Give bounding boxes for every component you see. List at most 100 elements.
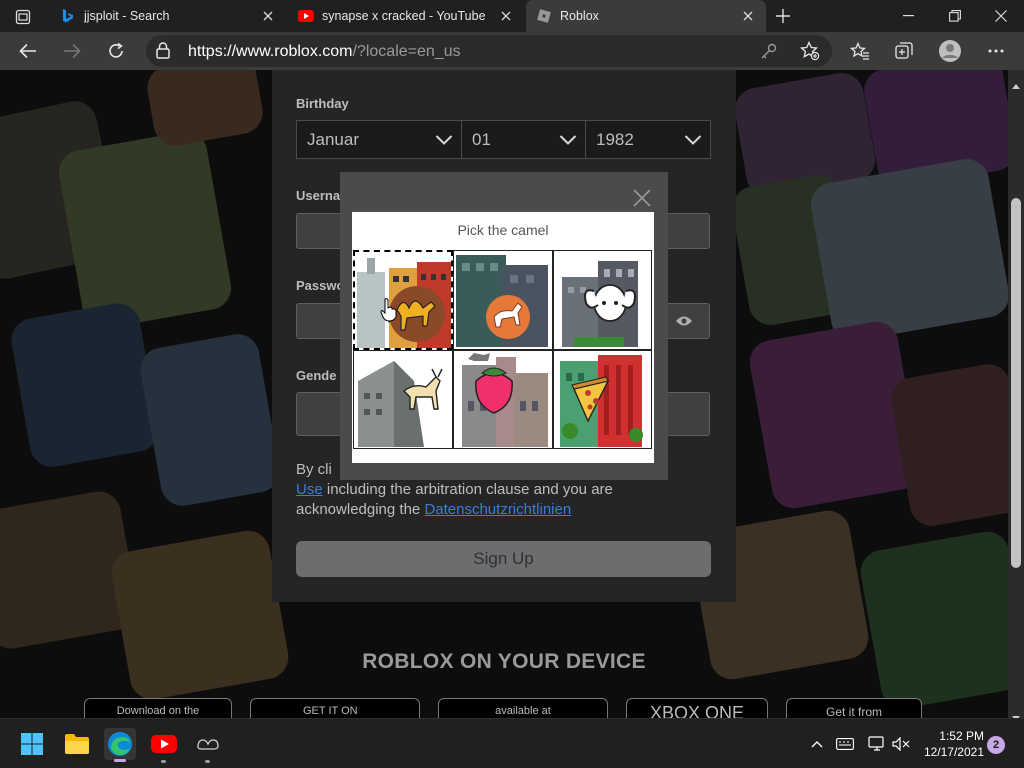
birthday-month-select[interactable]: Januar — [296, 120, 462, 159]
address-bar[interactable]: https://www.roblox.com/?locale=en_us — [146, 35, 832, 67]
add-favorite-icon[interactable] — [799, 40, 820, 66]
tab-actions-button[interactable] — [10, 6, 36, 28]
tab-bing-search[interactable]: jjsploit - Search — [50, 0, 286, 32]
amazon-badge[interactable]: available at — [438, 698, 608, 718]
captcha-tile-ram[interactable] — [553, 250, 652, 350]
more-icon — [988, 49, 1004, 53]
favorites-button[interactable] — [844, 36, 876, 66]
avatar-icon — [939, 40, 961, 62]
tab-actions-icon — [15, 9, 31, 25]
taskbar: 1:52 PM 12/17/2021 2 — [0, 718, 1024, 768]
birthday-year-select[interactable]: 1982 — [585, 120, 711, 159]
pizza-image — [560, 355, 643, 447]
key-icon[interactable] — [760, 42, 778, 65]
bing-icon — [60, 8, 76, 24]
app-taskbar-button[interactable] — [192, 728, 224, 763]
file-explorer-button[interactable] — [61, 728, 93, 760]
microsoft-store-badge[interactable]: Get it from — [786, 698, 922, 718]
badge-label: available at — [495, 705, 551, 717]
refresh-button[interactable] — [100, 36, 132, 66]
network-icon[interactable] — [868, 735, 886, 753]
captcha-challenge: Pick the camel — [352, 212, 654, 463]
clock-time: 1:52 PM — [939, 729, 984, 743]
birthday-day-select[interactable]: 01 — [461, 120, 586, 159]
arrow-left-icon — [19, 43, 36, 59]
start-button[interactable] — [16, 728, 48, 760]
close-icon[interactable] — [738, 6, 758, 26]
tab-roblox[interactable]: Roblox — [526, 0, 766, 32]
back-button[interactable] — [12, 36, 44, 66]
windows-icon — [21, 733, 43, 755]
settings-menu-button[interactable] — [980, 36, 1012, 66]
chevron-up-icon — [811, 741, 823, 748]
url-path: /?locale=en_us — [352, 43, 461, 60]
lock-icon[interactable] — [156, 42, 170, 64]
url-host: https://www.roblox.com — [188, 43, 353, 60]
scroll-up-icon[interactable] — [1012, 76, 1020, 94]
close-icon — [995, 10, 1007, 22]
close-icon[interactable] — [496, 6, 516, 26]
collections-icon — [895, 42, 913, 59]
captcha-grid — [353, 250, 652, 449]
google-play-badge[interactable]: GET IT ON — [250, 698, 420, 718]
terms-prefix: By cli — [296, 461, 332, 478]
privacy-policy-link[interactable]: Datenschutzrichtlinien — [424, 501, 571, 518]
youtube-taskbar-button[interactable] — [148, 728, 180, 763]
collections-button[interactable] — [888, 36, 920, 66]
page-scrollbar[interactable] — [1008, 70, 1024, 721]
captcha-tile-camel[interactable] — [353, 250, 453, 350]
eye-icon[interactable] — [675, 314, 693, 332]
close-icon[interactable] — [258, 6, 278, 26]
restore-button[interactable] — [932, 0, 978, 32]
horse-image — [456, 255, 548, 347]
captcha-prompt: Pick the camel — [457, 222, 549, 238]
show-hidden-icons-button[interactable] — [808, 735, 826, 753]
birthday-day-value: 01 — [472, 130, 491, 149]
badge-label: Download on the — [116, 705, 200, 717]
captcha-tile-horse[interactable] — [453, 250, 553, 350]
terms-of-use-link[interactable]: Use — [296, 481, 323, 498]
favorites-icon — [850, 42, 869, 60]
window-close-button[interactable] — [978, 0, 1024, 32]
gender-label: Gende — [296, 368, 337, 383]
url-text[interactable]: https://www.roblox.com/?locale=en_us — [188, 43, 461, 61]
captcha-tile-strawberry[interactable] — [453, 350, 553, 449]
forward-button[interactable] — [56, 36, 88, 66]
edge-icon — [108, 732, 132, 756]
app-store-badge[interactable]: Download on the — [84, 698, 232, 718]
chevron-down-icon — [559, 131, 577, 151]
tab-title: Roblox — [560, 9, 599, 23]
active-indicator — [114, 759, 126, 762]
minimize-button[interactable] — [886, 0, 932, 32]
birthday-label: Birthday — [296, 96, 349, 111]
captcha-tile-goat[interactable] — [353, 350, 453, 449]
plus-icon — [776, 9, 790, 23]
browser-toolbar: https://www.roblox.com/?locale=en_us — [0, 32, 1024, 70]
running-indicator — [161, 760, 166, 763]
tab-youtube[interactable]: synapse x cracked - YouTube — [288, 0, 524, 32]
restore-icon — [949, 10, 961, 22]
birthday-year-value: 1982 — [596, 130, 634, 149]
captcha-tile-pizza[interactable] — [553, 350, 652, 449]
edge-taskbar-button[interactable] — [104, 728, 136, 762]
notification-badge[interactable]: 2 — [987, 736, 1005, 754]
ram-image — [562, 261, 638, 347]
refresh-icon — [109, 42, 123, 58]
captcha-close-button[interactable] — [630, 186, 654, 210]
hand-cursor-icon — [380, 298, 398, 327]
badge-label: XBOX ONE — [649, 703, 745, 718]
volume-muted-icon[interactable] — [892, 735, 910, 753]
devices-heading: ROBLOX ON YOUR DEVICE — [362, 650, 646, 673]
youtube-icon — [151, 735, 177, 753]
profile-button[interactable] — [934, 36, 966, 66]
camel-image — [357, 258, 451, 348]
tab-title: synapse x cracked - YouTube — [322, 9, 486, 23]
app-icon — [197, 739, 219, 750]
signup-button[interactable]: Sign Up — [296, 541, 711, 577]
xbox-badge[interactable]: XBOX ONE — [626, 698, 768, 718]
system-clock[interactable]: 1:52 PM 12/17/2021 — [920, 728, 984, 760]
keyboard-icon[interactable] — [836, 735, 854, 753]
username-label: Userna — [296, 188, 341, 203]
new-tab-button[interactable] — [770, 4, 796, 28]
scrollbar-thumb[interactable] — [1011, 198, 1021, 568]
